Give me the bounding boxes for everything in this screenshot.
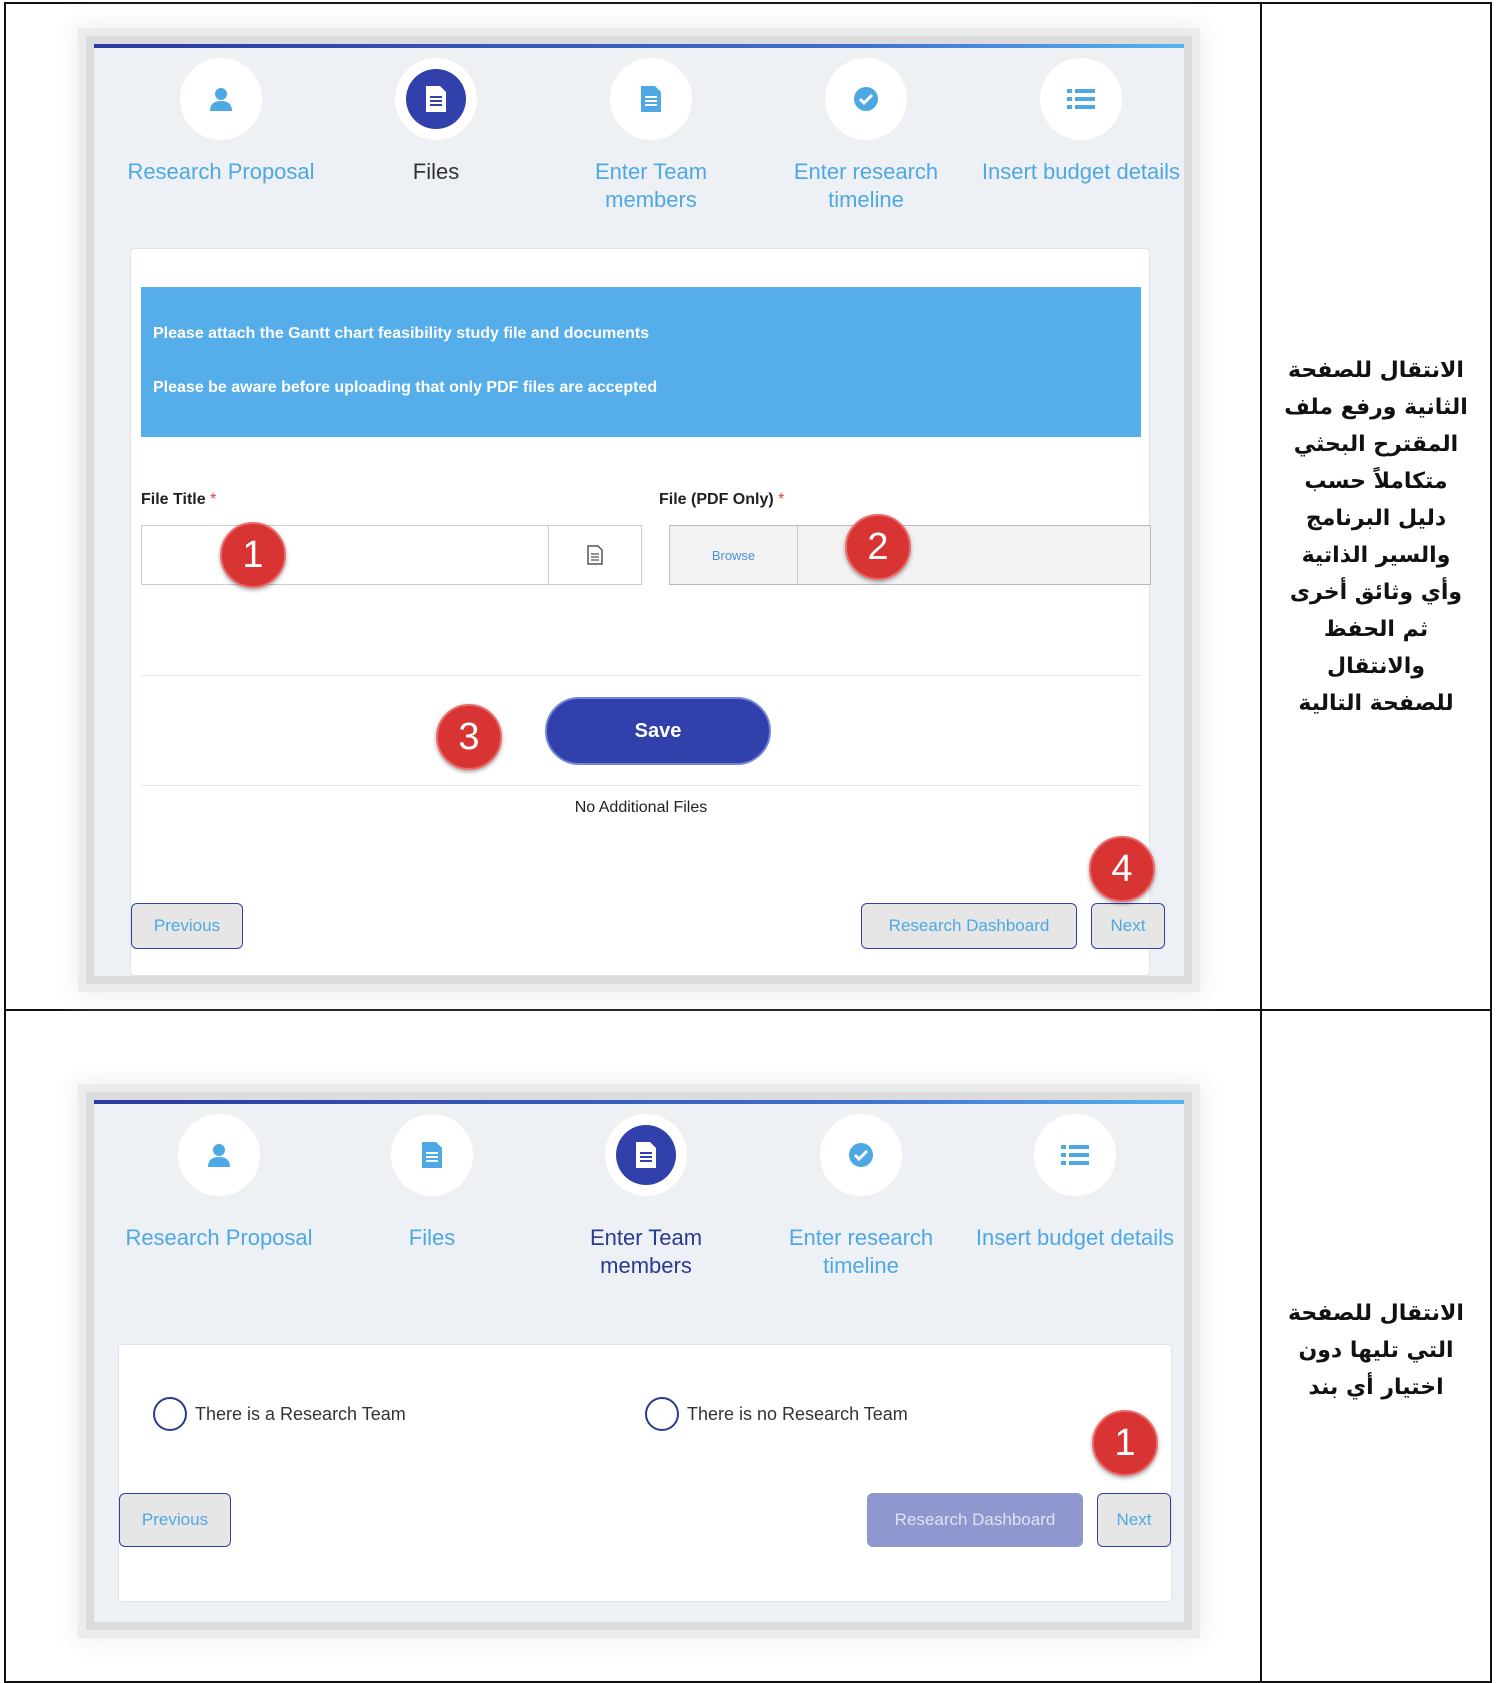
column-divider xyxy=(1260,1011,1262,1683)
column-divider xyxy=(1260,4,1262,1009)
instruction-text-files: الانتقال للصفحة الثانية ورفع ملف المقترح… xyxy=(1284,358,1468,716)
file-title-input[interactable] xyxy=(141,525,549,585)
step-badge-1: 1 xyxy=(1092,1410,1158,1476)
next-button[interactable]: Next xyxy=(1097,1493,1171,1547)
team-form-card: There is a Research Team There is no Res… xyxy=(118,1344,1172,1602)
file-icon xyxy=(406,69,466,129)
step-badge-4: 4 xyxy=(1089,836,1155,902)
file-title-label: File Title * xyxy=(141,491,217,508)
no-files-text: No Additional Files xyxy=(574,799,708,816)
info-alert: Please attach the Gantt chart feasibilit… xyxy=(141,287,1141,437)
file-label: File (PDF Only) * xyxy=(659,491,785,508)
user-icon xyxy=(191,69,251,129)
file-icon xyxy=(621,69,681,129)
instruction-table: الانتقال للصفحة الثانية ورفع ملف المقترح… xyxy=(4,2,1492,1683)
check-circle-icon xyxy=(836,69,896,129)
radio-button[interactable] xyxy=(645,1397,679,1431)
research-dashboard-button[interactable]: Research Dashboard xyxy=(867,1493,1083,1547)
progress-topbar xyxy=(94,44,1184,48)
save-button[interactable]: Save xyxy=(545,697,771,765)
instruction-text-team: الانتقال للصفحة التي تليها دون اختيار أي… xyxy=(1288,1301,1464,1400)
step-badge-3: 3 xyxy=(436,704,502,770)
files-form-card: Please attach the Gantt chart feasibilit… xyxy=(130,248,1165,976)
screenshot-files-page: Research Proposal Files Enter Team membe… xyxy=(94,44,1184,976)
previous-button[interactable]: Previous xyxy=(119,1493,231,1547)
user-icon xyxy=(189,1125,249,1185)
progress-topbar xyxy=(94,1100,1184,1104)
file-icon xyxy=(616,1125,676,1185)
next-button[interactable]: Next xyxy=(1091,903,1165,949)
radio-no-research-team[interactable]: There is no Research Team xyxy=(645,1397,908,1431)
table-row-files-step: الانتقال للصفحة الثانية ورفع ملف المقترح… xyxy=(6,4,1490,1011)
research-dashboard-button[interactable]: Research Dashboard xyxy=(861,903,1077,949)
previous-button[interactable]: Previous xyxy=(131,903,243,949)
step-badge-2: 2 xyxy=(845,514,911,580)
step-badge-1: 1 xyxy=(220,522,286,588)
divider xyxy=(141,785,1141,786)
list-icon xyxy=(1045,1125,1105,1185)
check-circle-icon xyxy=(831,1125,891,1185)
document-icon xyxy=(548,525,642,585)
screenshot-team-page: Research Proposal Files Enter Team membe… xyxy=(94,1100,1184,1622)
divider xyxy=(141,675,1141,676)
file-icon xyxy=(402,1125,462,1185)
radio-research-team[interactable]: There is a Research Team xyxy=(153,1397,406,1431)
list-icon xyxy=(1051,69,1111,129)
browse-button[interactable]: Browse xyxy=(670,526,798,584)
radio-button[interactable] xyxy=(153,1397,187,1431)
